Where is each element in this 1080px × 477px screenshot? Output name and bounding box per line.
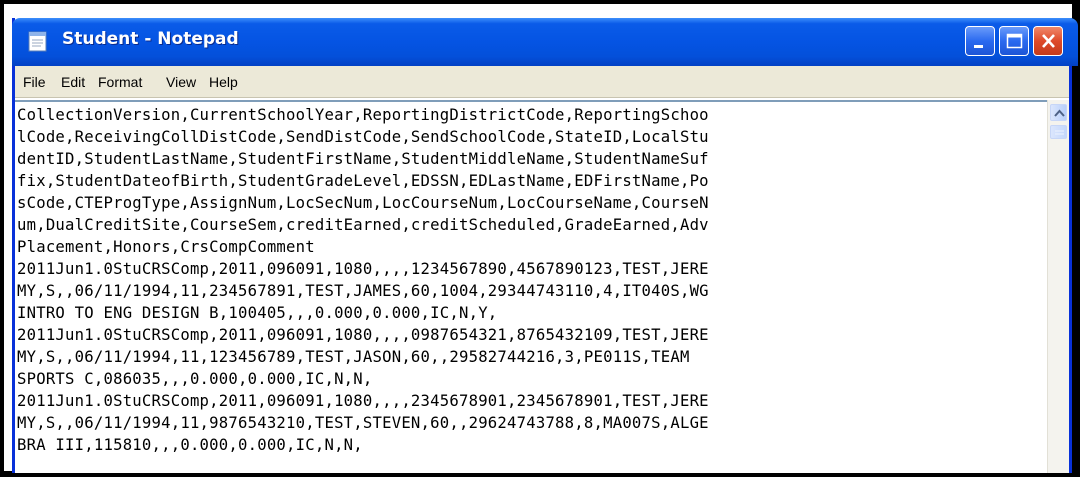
- text-line: sCode,CTEProgType,AssignNum,LocSecNum,Lo…: [17, 194, 709, 212]
- notepad-window: Student - Notepad File Edit Format View …: [12, 18, 1078, 473]
- window-title: Student - Notepad: [62, 29, 239, 49]
- menu-edit[interactable]: Edit: [61, 74, 85, 90]
- text-line: 2011Jun1.0StuCRSComp,2011,096091,1080,,,…: [17, 392, 709, 410]
- close-icon: [1042, 34, 1055, 48]
- notepad-icon[interactable]: [26, 30, 50, 52]
- text-line: 2011Jun1.0StuCRSComp,2011,096091,1080,,,…: [17, 326, 709, 344]
- text-line: MY,S,,06/11/1994,11,123456789,TEST,JASON…: [17, 348, 690, 366]
- text-line: dentID,StudentLastName,StudentFirstName,…: [17, 150, 709, 168]
- text-editor[interactable]: CollectionVersion,CurrentSchoolYear,Repo…: [15, 100, 1047, 473]
- minimize-button[interactable]: [965, 26, 995, 56]
- grip-icon: [1055, 130, 1064, 135]
- text-line: 2011Jun1.0StuCRSComp,2011,096091,1080,,,…: [17, 260, 709, 278]
- menu-view[interactable]: View: [166, 74, 196, 90]
- text-line: um,DualCreditSite,CourseSem,creditEarned…: [17, 216, 709, 234]
- maximize-icon: [1006, 33, 1023, 49]
- text-line: MY,S,,06/11/1994,11,9876543210,TEST,STEV…: [17, 414, 709, 432]
- minimize-icon: [974, 45, 983, 48]
- text-line: lCode,ReceivingCollDistCode,SendDistCode…: [17, 128, 709, 146]
- screenshot-frame: Student - Notepad File Edit Format View …: [0, 0, 1080, 477]
- scroll-up-button[interactable]: [1050, 104, 1067, 121]
- maximize-button[interactable]: [999, 26, 1029, 56]
- menu-format[interactable]: Format: [98, 74, 142, 90]
- close-button[interactable]: [1033, 26, 1063, 56]
- text-line: fix,StudentDateofBirth,StudentGradeLevel…: [17, 172, 709, 190]
- text-line: INTRO TO ENG DESIGN B,100405,,,0.000,0.0…: [17, 304, 498, 322]
- text-line: Placement,Honors,CrsCompComment: [17, 238, 315, 256]
- title-bar[interactable]: Student - Notepad: [12, 18, 1078, 66]
- chevron-up-icon: [1054, 109, 1065, 117]
- menu-bar: File Edit Format View Help: [15, 66, 1069, 98]
- menu-help[interactable]: Help: [209, 74, 238, 90]
- menu-file[interactable]: File: [23, 74, 46, 90]
- text-line: CollectionVersion,CurrentSchoolYear,Repo…: [17, 106, 709, 124]
- text-line: SPORTS C,086035,,,0.000,0.000,IC,N,N,: [17, 370, 373, 388]
- text-line: BRA III,115810,,,0.000,0.000,IC,N,N,: [17, 436, 363, 454]
- vertical-scrollbar[interactable]: [1047, 100, 1069, 473]
- text-line: MY,S,,06/11/1994,11,234567891,TEST,JAMES…: [17, 282, 709, 300]
- scroll-thumb[interactable]: [1050, 125, 1067, 139]
